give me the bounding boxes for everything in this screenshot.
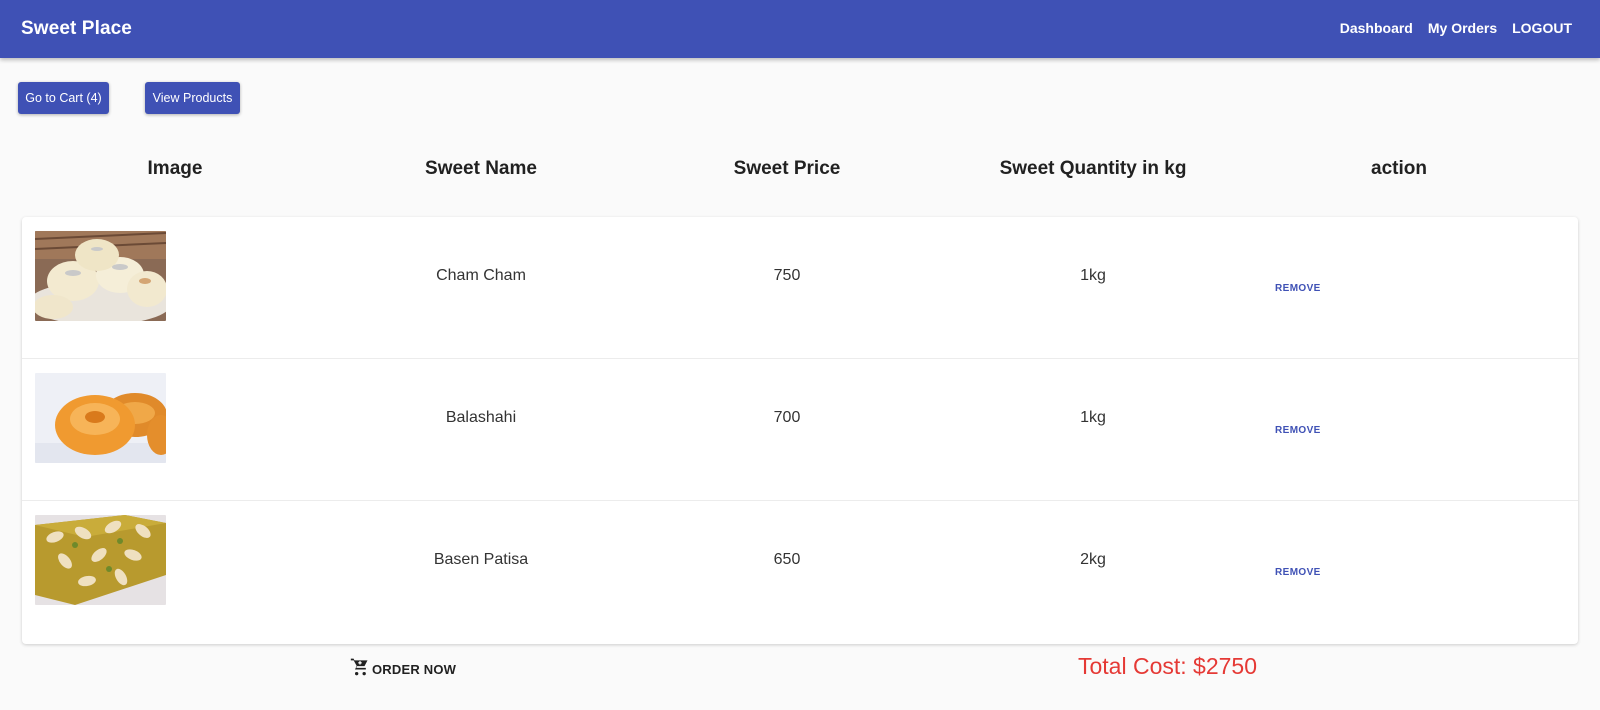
order-now-label: ORDER NOW bbox=[372, 661, 457, 677]
remove-button[interactable]: REMOVE bbox=[1275, 283, 1321, 294]
cart-table: Cham Cham 750 1kg REMOVE Balashahi 700 1… bbox=[22, 217, 1578, 644]
table-row: Balashahi 700 1kg REMOVE bbox=[22, 359, 1578, 501]
sweet-quantity: 1kg bbox=[1080, 409, 1106, 426]
order-now-button[interactable]: ORDER NOW bbox=[350, 658, 456, 680]
cham-cham-image bbox=[35, 231, 166, 321]
sweet-name: Basen Patisa bbox=[433, 551, 529, 568]
sweet-price: 700 bbox=[773, 409, 801, 426]
table-row: Cham Cham 750 1kg REMOVE bbox=[22, 217, 1578, 359]
header-action: action bbox=[1371, 158, 1427, 179]
nav-my-orders[interactable]: My Orders bbox=[1428, 20, 1497, 36]
view-products-button[interactable]: View Products bbox=[145, 82, 240, 114]
total-cost: Total Cost: $2750 bbox=[1078, 653, 1258, 679]
sweet-quantity: 2kg bbox=[1080, 551, 1106, 568]
sweet-price: 750 bbox=[773, 267, 801, 284]
sweet-name: Cham Cham bbox=[436, 267, 526, 284]
nav-logout[interactable]: LOGOUT bbox=[1512, 20, 1572, 36]
sweet-quantity: 1kg bbox=[1080, 267, 1106, 284]
top-nav: Dashboard My Orders LOGOUT bbox=[1340, 20, 1572, 36]
sweet-price: 650 bbox=[773, 551, 801, 568]
go-to-cart-button[interactable]: Go to Cart (4) bbox=[18, 82, 109, 114]
basen-patisa-image bbox=[35, 515, 166, 605]
header-sweet-name: Sweet Name bbox=[425, 158, 537, 179]
header-sweet-price: Sweet Price bbox=[733, 158, 841, 179]
table-row: Basen Patisa 650 2kg REMOVE bbox=[22, 501, 1578, 643]
header-image: Image bbox=[147, 158, 203, 179]
header-sweet-quantity: Sweet Quantity in kg bbox=[999, 158, 1187, 179]
sweet-name: Balashahi bbox=[445, 409, 517, 426]
add-shopping-cart-icon bbox=[350, 657, 370, 682]
remove-button[interactable]: REMOVE bbox=[1275, 425, 1321, 436]
remove-button[interactable]: REMOVE bbox=[1275, 567, 1321, 578]
nav-dashboard[interactable]: Dashboard bbox=[1340, 20, 1413, 36]
app-title: Sweet Place bbox=[21, 18, 132, 39]
app-bar: Sweet Place Dashboard My Orders LOGOUT bbox=[0, 0, 1600, 58]
table-header: Image Sweet Name Sweet Price Sweet Quant… bbox=[22, 158, 1578, 192]
balashahi-image bbox=[35, 373, 166, 463]
